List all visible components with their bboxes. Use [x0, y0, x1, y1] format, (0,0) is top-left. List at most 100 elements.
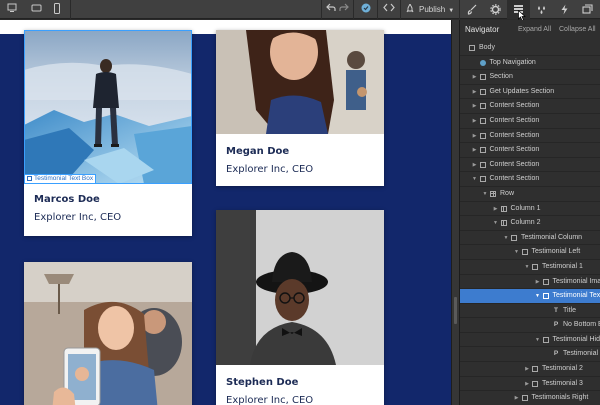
tree-item[interactable]: ▶ Section	[460, 70, 600, 85]
tree-item[interactable]: ▶ Column 1	[460, 202, 600, 217]
tree-item-label: Testimonial 3	[542, 379, 583, 387]
tree-item[interactable]: P No Bottom Bar	[460, 318, 600, 333]
tree-item-label: Testimonials Right	[531, 394, 589, 402]
tree-item-label: Section	[489, 73, 513, 81]
chevron-down-icon[interactable]: ▼	[524, 260, 530, 275]
testimonial-card-marcos[interactable]: Testimonial Text Box Marcos Doe Explorer…	[24, 30, 192, 236]
navigator-panel: Navigator Expand All Collapse All Body To…	[459, 20, 600, 405]
tree-item-label: Title	[563, 306, 576, 314]
mobile-icon[interactable]	[52, 3, 62, 16]
collapse-all-button[interactable]: Collapse All	[559, 26, 596, 33]
brush-icon[interactable]	[461, 0, 484, 19]
chevron-right-icon[interactable]: ▶	[514, 391, 520, 405]
tree-item-label: Content Section	[489, 116, 540, 124]
testimonial-card-megan[interactable]: Megan Doe Explorer Inc, CEO	[216, 30, 384, 186]
testimonial-role: Explorer Inc, CEO	[226, 395, 314, 405]
tree-item-label: Content Section	[489, 131, 540, 139]
scroll-thumb[interactable]	[454, 297, 457, 324]
drops-icon[interactable]	[530, 0, 553, 19]
tree-item-label: Testimonial Hidden	[552, 335, 600, 343]
chevron-down-icon[interactable]: ▼	[503, 231, 509, 246]
chevron-right-icon[interactable]: ▶	[493, 202, 499, 217]
chevron-right-icon[interactable]: ▶	[535, 275, 541, 290]
tree-item[interactable]: ▼ Testimonial Column	[460, 231, 600, 246]
desktop-icon[interactable]	[6, 3, 18, 16]
tree-item[interactable]: ▶ Testimonial Image	[460, 275, 600, 290]
navigator-header: Navigator Expand All Collapse All	[460, 20, 600, 39]
heading-icon: T	[554, 306, 558, 314]
tree-item[interactable]: Top Navigation	[460, 56, 600, 71]
chevron-right-icon[interactable]: ▶	[472, 114, 478, 129]
tree-item[interactable]: ▼ Testimonial Hidden	[460, 333, 600, 348]
tree-item[interactable]: ▼ Column 2	[460, 216, 600, 231]
selection-tag: Testimonial Text Box	[24, 174, 97, 184]
chevron-right-icon[interactable]: ▶	[472, 158, 478, 173]
design-canvas[interactable]: Testimonial Text Box Marcos Doe Explorer…	[0, 20, 451, 405]
element-box-icon	[542, 278, 549, 285]
code-icon[interactable]	[383, 3, 395, 16]
tree-item-label: Testimonial Image	[552, 277, 600, 285]
testimonial-card-selfie[interactable]	[24, 262, 192, 405]
chevron-right-icon[interactable]: ▶	[472, 70, 478, 85]
tree-item-label: Body	[479, 44, 495, 51]
element-box-icon	[27, 175, 32, 181]
chevron-right-icon[interactable]: ▶	[472, 99, 478, 114]
tree-item[interactable]: ▶ Content Section	[460, 129, 600, 144]
navigator-title: Navigator	[465, 25, 500, 34]
element-box-icon	[479, 88, 486, 95]
paragraph-icon: P	[553, 350, 559, 358]
tree-item[interactable]: ▶ Testimonial 2	[460, 362, 600, 377]
tree-item[interactable]: ▼ Testimonial Text Box	[460, 289, 600, 304]
chevron-right-icon[interactable]: ▶	[524, 362, 530, 377]
tree-item[interactable]: ▶ Content Section	[460, 143, 600, 158]
tablet-icon[interactable]	[30, 3, 42, 16]
element-box-icon	[479, 103, 486, 110]
tree-item[interactable]: T Title	[460, 304, 600, 319]
chevron-down-icon[interactable]: ▼	[535, 333, 541, 348]
element-box-icon	[479, 132, 486, 139]
tree-item-label: Get Updates Section	[489, 87, 555, 95]
chevron-right-icon[interactable]: ▶	[524, 377, 530, 392]
element-box-icon	[511, 234, 517, 241]
element-box-icon	[532, 380, 538, 387]
preview-icon[interactable]	[361, 3, 371, 16]
tree-item-label: Testimonial 1	[542, 262, 583, 270]
tree-item[interactable]: ▼ Testimonial Left	[460, 245, 600, 260]
chevron-down-icon[interactable]: ▼	[472, 172, 478, 187]
chevron-right-icon[interactable]: ▶	[472, 85, 478, 100]
tree-item[interactable]: Body	[460, 41, 600, 56]
expand-all-button[interactable]: Expand All	[518, 26, 551, 33]
element-box-icon	[479, 74, 486, 81]
tree-item-label: Testimonial Text Box	[552, 292, 600, 300]
element-box-icon	[521, 395, 528, 402]
panel-splitter[interactable]	[451, 20, 459, 405]
top-toolbar: Publish ▼	[0, 0, 600, 21]
tree-item-label: Content Section	[489, 102, 540, 110]
chevron-down-icon[interactable]: ▼	[535, 289, 541, 304]
gear-icon[interactable]	[484, 0, 507, 19]
undo-icon[interactable]	[326, 3, 336, 16]
tree-item[interactable]: ▼ Testimonial 1	[460, 260, 600, 275]
tree-item[interactable]: P Testimonial	[460, 347, 600, 363]
chevron-right-icon[interactable]: ▶	[472, 129, 478, 144]
redo-icon[interactable]	[339, 3, 349, 16]
tree-item[interactable]: ▼ Content Section	[460, 172, 600, 187]
lightning-icon[interactable]	[553, 0, 576, 19]
chevron-right-icon[interactable]: ▶	[472, 143, 478, 158]
chevron-down-icon[interactable]: ▼	[482, 187, 488, 202]
publish-label: Publish	[419, 5, 446, 14]
tree-item[interactable]: ▶ Testimonial 3	[460, 377, 600, 392]
tree-item[interactable]: ▶ Testimonials Right	[460, 391, 600, 405]
tree-item[interactable]: ▶ Content Section	[460, 158, 600, 173]
tree-item[interactable]: ▶ Content Section	[460, 99, 600, 114]
chevron-down-icon[interactable]: ▼	[493, 216, 499, 231]
tree-item[interactable]: ▶ Content Section	[460, 114, 600, 129]
tree-item[interactable]: ▼ Row	[460, 187, 600, 202]
publish-button[interactable]: Publish ▼	[406, 3, 454, 16]
assets-icon[interactable]	[576, 0, 599, 19]
tree-item-label: Column 2	[510, 219, 541, 227]
chevron-down-icon[interactable]: ▼	[514, 245, 520, 260]
tree-item-label: Testimonial Left	[531, 248, 581, 256]
tree-item[interactable]: ▶ Get Updates Section	[460, 85, 600, 100]
testimonial-card-stephen[interactable]: Stephen Doe Explorer Inc, CEO	[216, 210, 384, 405]
